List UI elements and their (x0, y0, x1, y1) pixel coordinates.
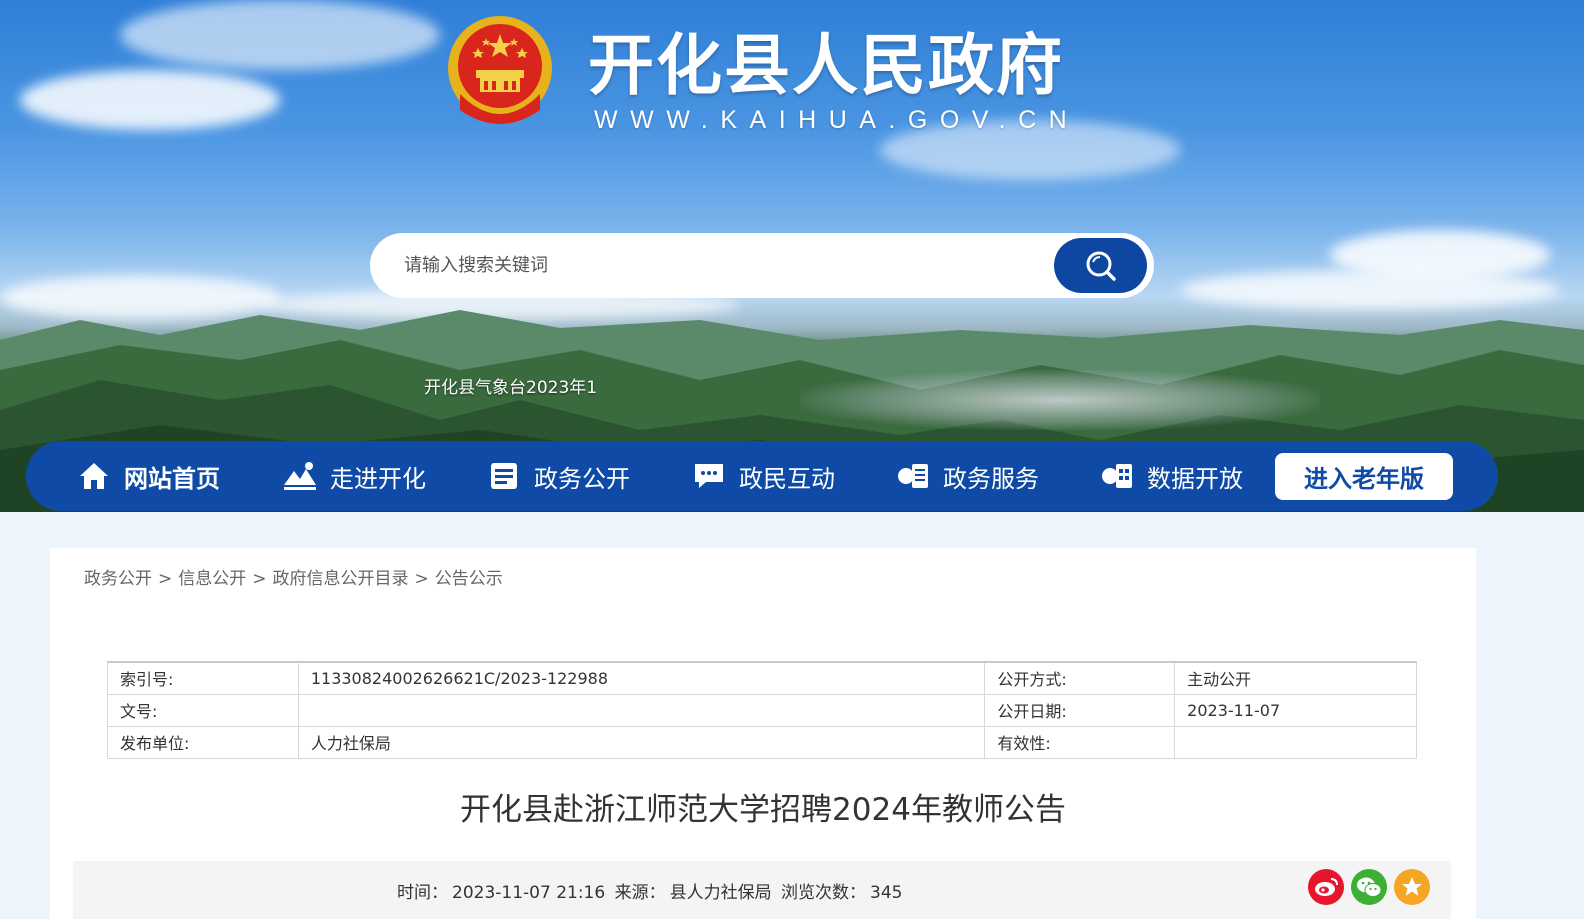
site-title: 开化县人民政府 (588, 26, 1064, 104)
meta-value: 主动公开 (1174, 661, 1417, 695)
nav-item-label: 网站首页 (124, 464, 220, 493)
site-url: WWW.KAIHUA.GOV.CN (594, 106, 1080, 134)
source-label: 来源： (614, 883, 666, 903)
wechat-icon (1357, 877, 1382, 897)
search-button[interactable] (1054, 238, 1147, 293)
nav-item-services[interactable]: 政务服务 (895, 441, 1039, 511)
table-row: 文号: 公开日期: 2023-11-07 (107, 693, 1417, 727)
meta-label: 索引号: (107, 661, 299, 695)
search-icon (1086, 251, 1116, 281)
table-row: 索引号: 11330824002626621C/2023-122988 公开方式… (107, 661, 1417, 695)
article-title: 开化县赴浙江师范大学招聘2024年教师公告 (460, 792, 1066, 828)
nav-item-label: 数据开放 (1147, 464, 1243, 493)
breadcrumb-item[interactable]: 公告公示 (435, 569, 503, 589)
breadcrumb-item[interactable]: 政务公开 (84, 569, 152, 589)
cloud (20, 70, 280, 130)
cloud (120, 0, 440, 70)
elder-version-button[interactable]: 进入老年版 (1275, 453, 1453, 500)
town-view (800, 370, 1320, 430)
breadcrumb-item[interactable]: 信息公开 (178, 569, 246, 589)
national-emblem-icon (448, 16, 552, 124)
breadcrumb-separator: > (158, 569, 173, 589)
breadcrumb: 政务公开 > 信息公开 > 政府信息公开目录 > 公告公示 (84, 564, 503, 589)
document-meta-table: 索引号: 11330824002626621C/2023-122988 公开方式… (107, 661, 1417, 759)
nav-item-interaction[interactable]: 政民互动 (691, 441, 835, 511)
meta-label: 公开日期: (984, 693, 1176, 727)
meta-value: 2023-11-07 (1174, 693, 1417, 727)
weibo-icon (1315, 878, 1338, 896)
document-icon (486, 458, 522, 494)
breadcrumb-separator: > (414, 569, 429, 589)
meta-label: 公开方式: (984, 661, 1176, 695)
favorite-star-icon (1402, 877, 1422, 896)
nav-item-label: 走进开化 (330, 464, 426, 493)
nav-item-open-data[interactable]: 数据开放 (1099, 441, 1243, 511)
nav-item-label: 政务服务 (943, 464, 1039, 493)
landscape-icon (282, 458, 318, 494)
meta-label: 发布单位: (107, 725, 299, 759)
meta-label: 文号: (107, 693, 299, 727)
source-value: 县人力社保局 (669, 883, 772, 903)
service-icon (895, 458, 931, 494)
meta-label: 有效性: (984, 725, 1176, 759)
nav-item-open-affairs[interactable]: 政务公开 (486, 441, 630, 511)
nav-item-about[interactable]: 走进开化 (282, 441, 426, 511)
article-info: 时间： 2023-11-07 21:16 来源： 县人力社保局 浏览次数： 345 (397, 878, 906, 903)
meta-value (297, 693, 986, 727)
home-icon (76, 458, 112, 494)
time-label: 时间： (397, 883, 448, 903)
favorite-button[interactable] (1394, 869, 1430, 905)
article-info-bar: 时间： 2023-11-07 21:16 来源： 县人力社保局 浏览次数： 345 (73, 861, 1451, 919)
meta-value: 11330824002626621C/2023-122988 (297, 661, 986, 695)
article-container: 政务公开 > 信息公开 > 政府信息公开目录 > 公告公示 索引号: 11330824002… (50, 548, 1476, 919)
header-banner: 开化县人民政府 WWW.KAIHUA.GOV.CN 开化县气象台2023年1 网… (0, 0, 1584, 512)
views-label: 浏览次数： (781, 883, 867, 903)
meta-value (1174, 725, 1417, 759)
nav-item-label: 政务公开 (534, 464, 630, 493)
search-input[interactable] (404, 247, 1044, 283)
data-icon (1099, 458, 1135, 494)
nav-item-home[interactable]: 网站首页 (76, 441, 220, 511)
scrolling-notice[interactable]: 开化县气象台2023年1 (424, 373, 597, 398)
meta-value: 人力社保局 (297, 725, 986, 759)
table-row: 发布单位: 人力社保局 有效性: (107, 725, 1417, 759)
share-weibo-button[interactable] (1308, 869, 1344, 905)
nav-item-label: 政民互动 (739, 464, 835, 493)
search-bar (370, 233, 1154, 298)
main-nav: 网站首页 走进开化 政务公开 政民互动 政务服务 数据开放 进入老年版 (26, 441, 1498, 511)
view-count: 345 (870, 883, 903, 903)
breadcrumb-item[interactable]: 政府信息公开目录 (273, 569, 409, 589)
chat-icon (691, 458, 727, 494)
breadcrumb-separator: > (252, 569, 267, 589)
share-wechat-button[interactable] (1351, 869, 1387, 905)
publish-time: 2023-11-07 21:16 (452, 883, 606, 903)
